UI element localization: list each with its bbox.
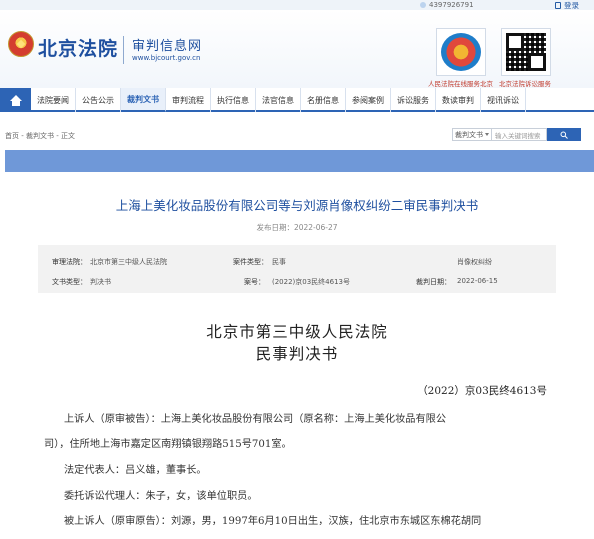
nav-item-judgments[interactable]: 裁判文书 bbox=[121, 88, 166, 112]
main-nav: 法院要闻 公告公示 裁判文书 审判流程 执行信息 法官信息 名册信息 参阅案例 … bbox=[0, 88, 594, 112]
nav-home-button[interactable] bbox=[0, 88, 31, 112]
publish-date: 发布日期：2022-06-27 bbox=[256, 223, 338, 232]
nav-item-judges[interactable]: 法官信息 bbox=[256, 88, 301, 112]
doc-type-heading: 民事判决书 bbox=[255, 345, 339, 363]
nav-item-litigation-service[interactable]: 诉讼服务 bbox=[391, 88, 436, 112]
brand-title[interactable]: 北京法院 bbox=[38, 34, 118, 61]
search-category-select[interactable]: 裁判文书 bbox=[452, 128, 492, 141]
section-band bbox=[5, 150, 594, 172]
case-type-value: 民事 bbox=[272, 258, 286, 266]
search-bar: 裁判文书 输入关键词搜索 bbox=[452, 128, 581, 141]
chevron-down-icon bbox=[485, 133, 489, 136]
doc-type-value: 判决书 bbox=[90, 278, 111, 286]
visitor-icon bbox=[420, 2, 426, 8]
lock-icon bbox=[555, 1, 561, 9]
paragraph-agent: 委托诉讼代理人：朱子，女，该单位职员。 bbox=[64, 491, 258, 502]
doc-case-number: （2022）京03民终4613号 bbox=[417, 385, 547, 397]
paragraph-appellant-line2: 司），住所地上海市嘉定区南翔镇银翔路515号701室。 bbox=[44, 439, 292, 450]
home-icon bbox=[9, 94, 23, 106]
nav-item-rosters[interactable]: 名册信息 bbox=[301, 88, 346, 112]
qr-pattern-icon bbox=[506, 33, 546, 71]
site-header: 北京法院 审判信息网 www.bjcourt.gov.cn 人民法院在线服务北京… bbox=[0, 10, 594, 88]
visit-counter: 4397926791 bbox=[420, 0, 474, 10]
search-button[interactable] bbox=[547, 128, 581, 141]
case-number-value: (2022)京03民终4613号 bbox=[272, 278, 350, 286]
login-link[interactable]: 登录 bbox=[555, 0, 594, 10]
court-value: 北京市第三中级人民法院 bbox=[90, 258, 167, 266]
case-info-table: 审理法院： 北京市第三中级人民法院 案件类型： 民事 肖像权纠纷 文书类型： 判… bbox=[38, 245, 556, 293]
breadcrumb[interactable]: 首页 - 裁判文书 - 正文 bbox=[5, 131, 75, 141]
doc-court-name: 北京市第三中级人民法院 bbox=[206, 323, 388, 341]
site-domain: www.bjcourt.gov.cn bbox=[132, 54, 201, 62]
cause-value: 肖像权纠纷 bbox=[457, 258, 492, 266]
court-emblem-icon bbox=[8, 31, 34, 57]
nav-item-video[interactable]: 视讯诉讼 bbox=[481, 88, 526, 112]
judgment-date-label: 裁判日期： bbox=[416, 278, 451, 286]
paragraph-appellant-line1: 上诉人（原审被告）：上海上美化妆品股份有限公司（原名称：上海上美化妆品有限公 bbox=[64, 414, 447, 425]
qr-code-litigation bbox=[501, 28, 551, 76]
qr-label-1: 人民法院在线服务北京 bbox=[428, 80, 493, 88]
visit-count: 4397926791 bbox=[429, 1, 474, 9]
service-logo-icon bbox=[441, 33, 481, 71]
nav-item-news[interactable]: 法院要闻 bbox=[31, 88, 76, 112]
brand-divider bbox=[123, 36, 124, 64]
case-number-label: 案号： bbox=[244, 278, 265, 286]
court-label: 审理法院： bbox=[52, 258, 87, 266]
top-strip bbox=[0, 0, 594, 10]
doc-type-label: 文书类型： bbox=[52, 278, 87, 286]
qr-label-2: 北京法院诉讼服务 bbox=[499, 80, 551, 88]
nav-item-data[interactable]: 数读审判 bbox=[436, 88, 481, 112]
nav-item-cases[interactable]: 参阅案例 bbox=[346, 88, 391, 112]
case-title: 上海上美化妆品股份有限公司等与刘源肖像权纠纷二审民事判决书 bbox=[115, 198, 479, 213]
login-label: 登录 bbox=[564, 0, 579, 10]
paragraph-legal-rep: 法定代表人：吕义雄，董事长。 bbox=[64, 465, 207, 476]
judgment-date-value: 2022-06-15 bbox=[457, 277, 498, 285]
nav-item-announcements[interactable]: 公告公示 bbox=[76, 88, 121, 112]
search-icon bbox=[560, 131, 568, 139]
search-category-label: 裁判文书 bbox=[455, 130, 483, 139]
case-type-label: 案件类型： bbox=[233, 258, 268, 266]
paragraph-appellee: 被上诉人（原审原告）：刘源，男，1997年6月10日出生，汉族，住北京市东城区东… bbox=[64, 516, 482, 527]
nav-item-process[interactable]: 审判流程 bbox=[166, 88, 211, 112]
nav-item-execution[interactable]: 执行信息 bbox=[211, 88, 256, 112]
site-subtitle: 审判信息网 bbox=[132, 39, 203, 54]
qr-code-court-service bbox=[436, 28, 486, 76]
search-input[interactable]: 输入关键词搜索 bbox=[492, 128, 547, 141]
